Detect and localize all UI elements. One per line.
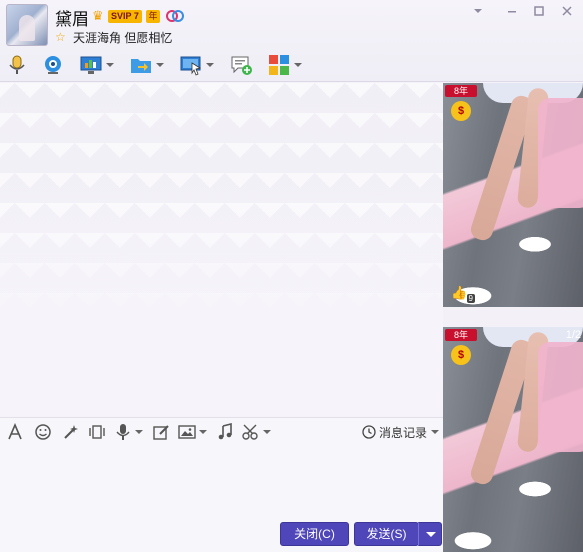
contact-avatar[interactable] <box>6 4 48 46</box>
voice-call-button[interactable] <box>6 52 28 78</box>
file-transfer-icon <box>131 59 151 73</box>
dropdown-arrow-icon[interactable] <box>199 430 207 434</box>
close-button[interactable]: 关闭(C) <box>280 522 349 546</box>
clock-icon <box>362 425 376 439</box>
close-icon[interactable] <box>555 4 579 22</box>
font-icon <box>8 423 22 440</box>
contact-signature: 天涯海角 但愿相忆 <box>73 31 173 45</box>
dropdown-arrow-icon[interactable] <box>135 430 143 434</box>
apps-button[interactable] <box>268 52 302 78</box>
star-icon: ☆ <box>55 30 66 44</box>
create-discussion-icon <box>231 56 252 75</box>
send-image-button[interactable] <box>178 421 207 443</box>
dropdown-arrow-icon[interactable] <box>206 63 214 67</box>
qq-friend-icon[interactable] <box>165 9 185 23</box>
remote-assist-icon <box>180 56 202 76</box>
dropdown-arrow-icon[interactable] <box>263 430 271 434</box>
apps-icon <box>269 55 289 75</box>
message-history-area[interactable] <box>0 83 443 416</box>
year-badge: 8年 <box>445 329 477 341</box>
microphone-icon <box>9 55 25 74</box>
input-toolbar: 消息记录 <box>0 417 443 445</box>
dropdown-arrow-icon[interactable] <box>431 430 440 434</box>
dropdown-arrow-icon[interactable] <box>106 63 114 67</box>
video-call-button[interactable] <box>42 52 64 78</box>
emoji-button[interactable] <box>34 421 52 443</box>
vip-face-icon: $ <box>451 345 471 365</box>
music-note-icon <box>218 423 232 440</box>
photo-bag <box>538 98 583 208</box>
page-indicator: 1/2 <box>565 329 581 341</box>
shake-icon <box>89 425 105 439</box>
doodle-button[interactable] <box>152 421 170 443</box>
file-transfer-button[interactable] <box>130 52 164 78</box>
create-discussion-button[interactable] <box>230 52 252 78</box>
message-history-label: 消息记录 <box>379 425 428 440</box>
microphone-icon <box>116 424 130 440</box>
send-button[interactable]: 发送(S) <box>354 522 419 546</box>
svip-badge[interactable]: SVIP 7 <box>108 10 142 23</box>
contact-show-photo[interactable]: 8年 $ 👍 9 <box>443 83 583 307</box>
screenshot-button[interactable] <box>242 421 271 443</box>
magic-wand-icon <box>64 425 78 439</box>
dropdown-arrow-icon[interactable] <box>156 63 164 67</box>
dropdown-arrow-icon[interactable] <box>294 63 302 67</box>
scissors-icon <box>242 424 258 440</box>
webcam-icon <box>45 56 61 74</box>
crown-icon: ♛ <box>92 8 104 23</box>
year-badge[interactable]: 年 <box>146 10 160 23</box>
remote-assist-button[interactable] <box>180 52 214 78</box>
message-history-button[interactable]: 消息记录 <box>362 422 440 442</box>
voice-message-button[interactable] <box>114 421 143 443</box>
photo-bag <box>538 342 583 452</box>
chat-background <box>0 203 443 416</box>
magic-expression-button[interactable] <box>62 421 80 443</box>
window-shake-button[interactable] <box>88 421 106 443</box>
contact-name[interactable]: 黛眉 <box>55 5 89 30</box>
send-options-dropdown[interactable] <box>418 522 442 546</box>
chat-header: 黛眉 ♛ SVIP 7 年 ☆ 天涯海角 但愿相忆 <box>0 0 583 82</box>
edit-icon <box>153 425 169 440</box>
screen-share-button[interactable] <box>80 52 114 78</box>
maximize-icon[interactable] <box>527 4 551 22</box>
contact-show-photo[interactable]: 8年 $ 1/2 <box>443 327 583 552</box>
music-button[interactable] <box>216 421 234 443</box>
thumbs-up-icon[interactable]: 👍 9 <box>451 285 475 303</box>
year-badge: 8年 <box>445 85 477 97</box>
font-button[interactable] <box>6 421 24 443</box>
chevron-down-icon[interactable] <box>466 4 490 22</box>
minimize-icon[interactable] <box>500 4 524 22</box>
like-count: 9 <box>466 294 475 303</box>
vip-face-icon: $ <box>451 101 471 121</box>
emoji-icon <box>35 424 51 440</box>
image-icon <box>178 425 196 439</box>
show-panel: 8年 $ 👍 9 8年 $ 1/2 <box>443 83 583 552</box>
screen-share-icon <box>80 56 102 74</box>
